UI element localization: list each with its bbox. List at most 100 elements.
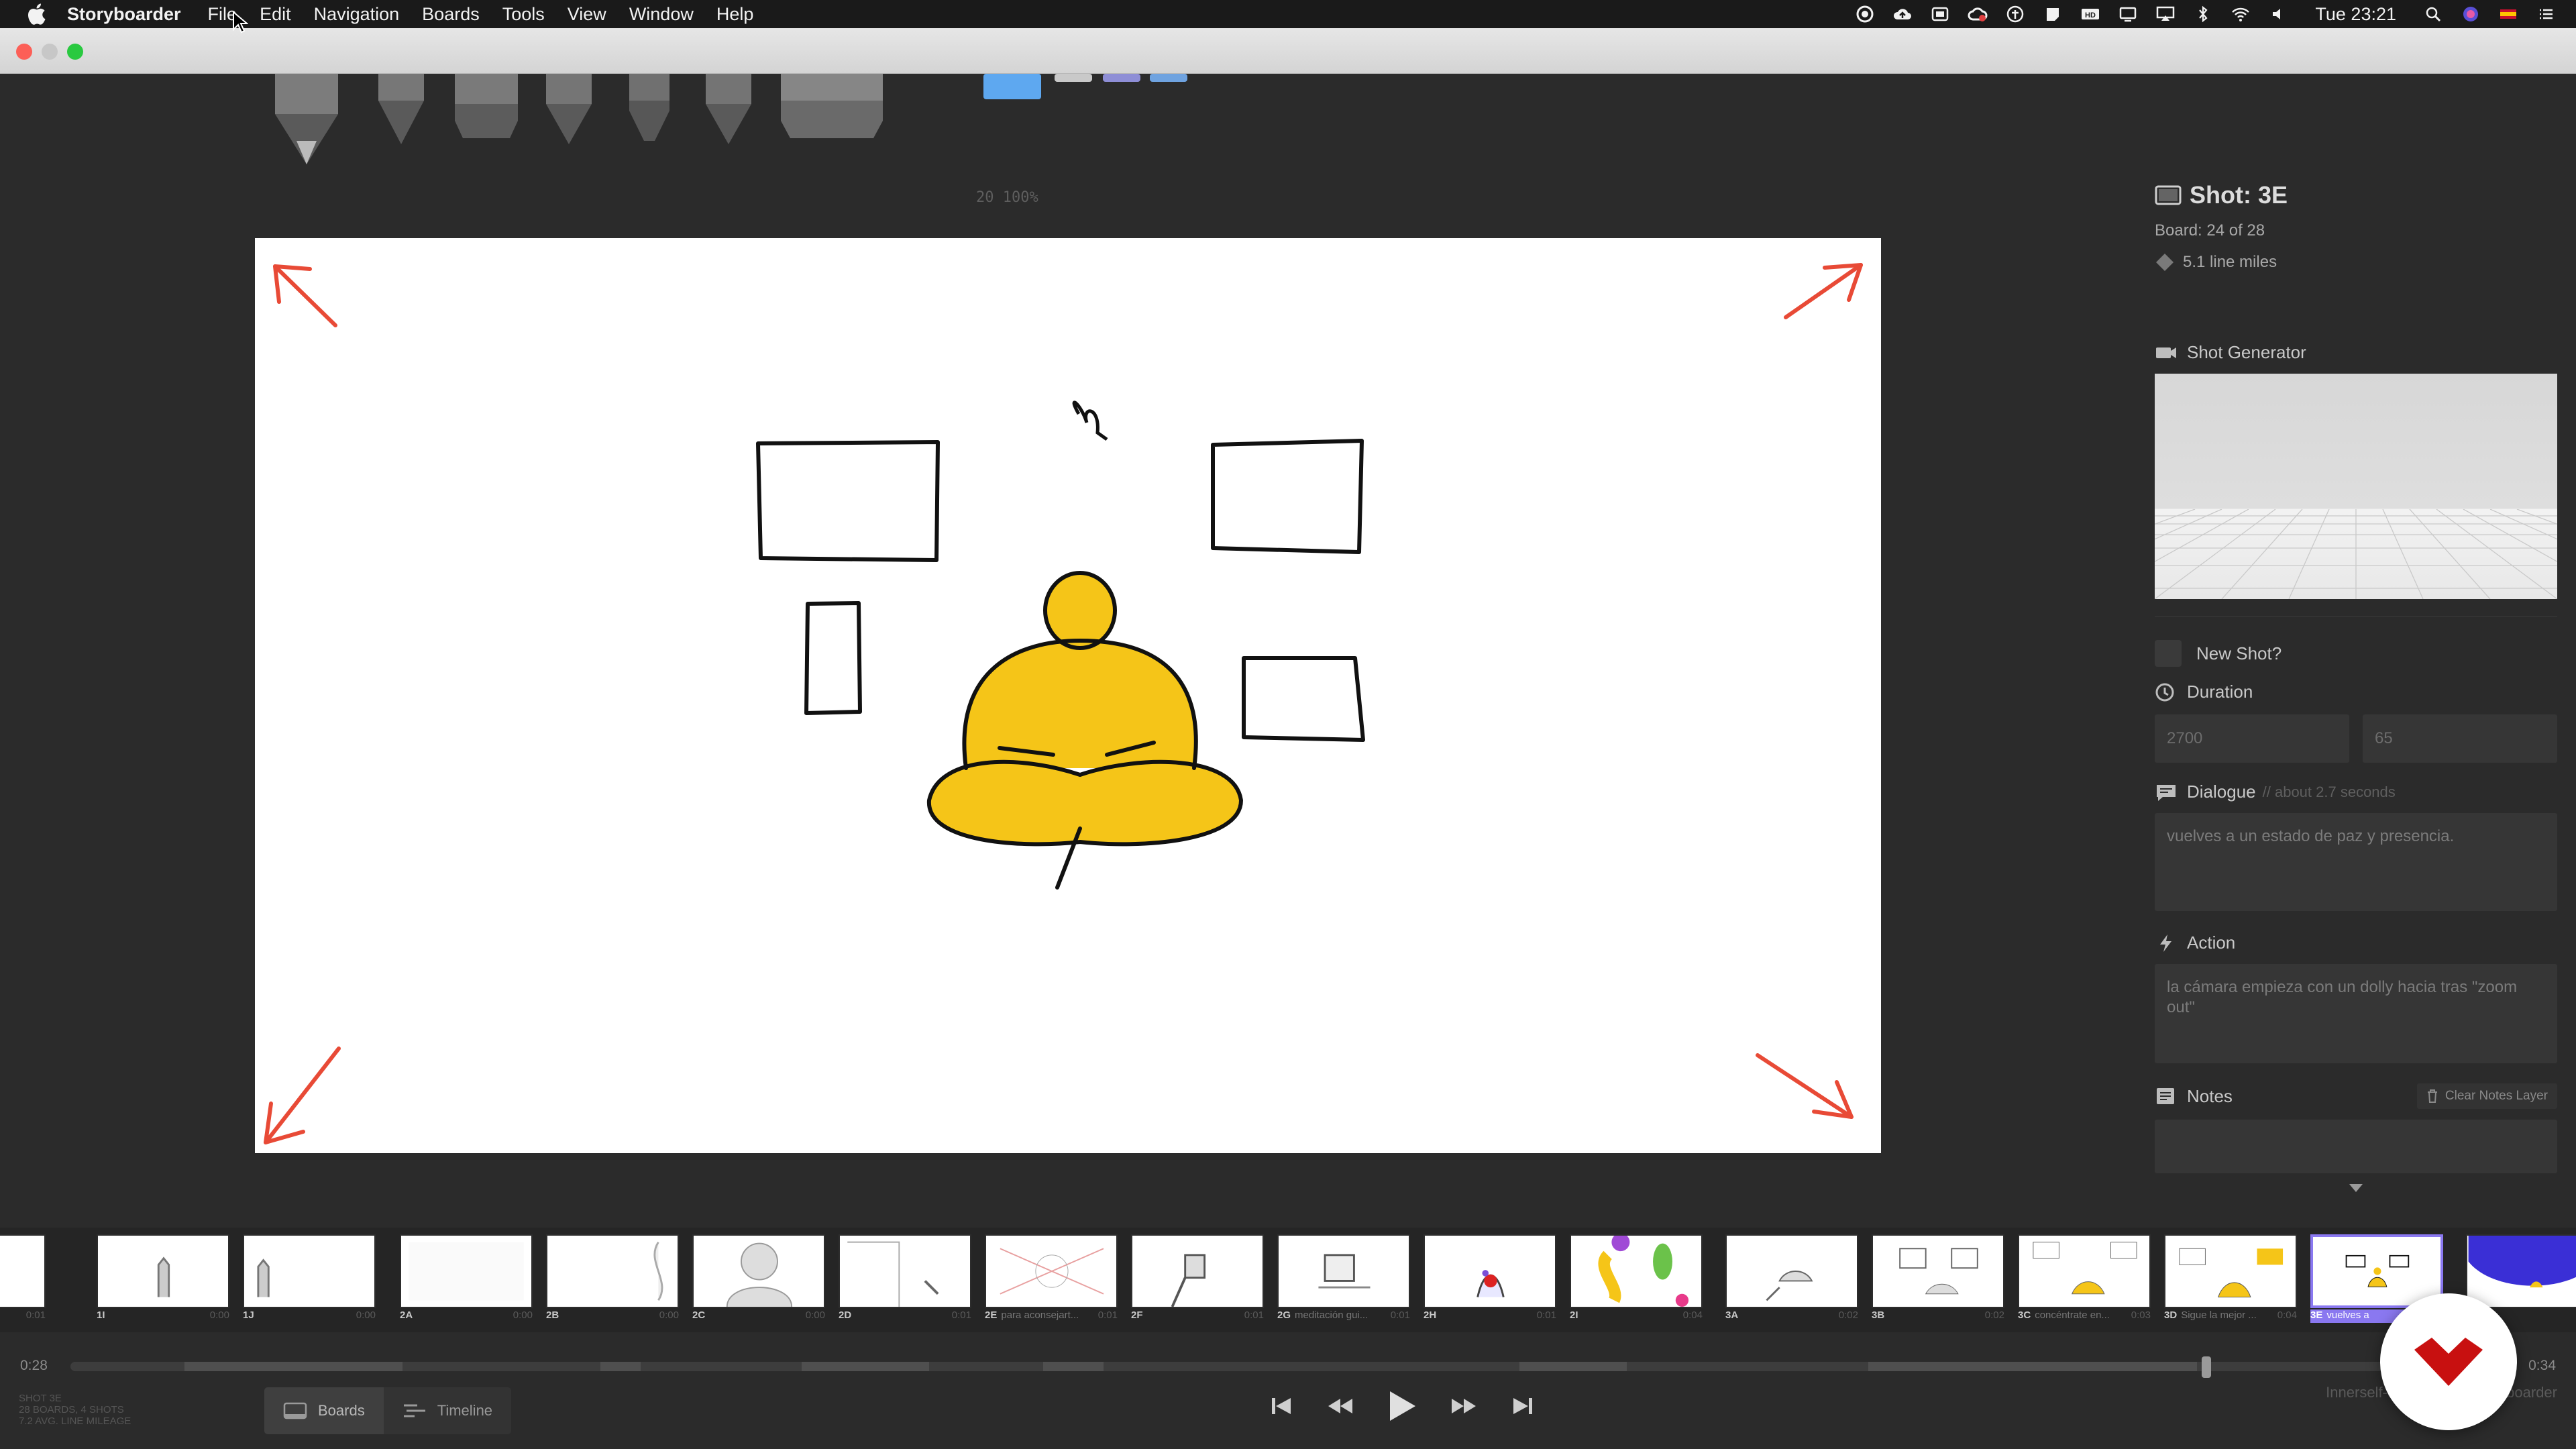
boards-view-label: Boards (318, 1402, 365, 1419)
board-thumbnail[interactable]: self verific...0:01 (0, 1234, 46, 1321)
creative-cloud-icon[interactable] (1968, 5, 1988, 23)
board-strip: self verific...0:01 1I 0:00 1J 0:00 2A 0:00 2B 0… (0, 1228, 2576, 1332)
color-swatch-4[interactable] (1150, 74, 1187, 82)
duration-ms-input[interactable]: 2700 (2155, 714, 2349, 763)
color-swatch-active[interactable] (983, 74, 1041, 99)
new-shot-checkbox[interactable] (2155, 640, 2182, 667)
shot-details-panel: Shot: 3E Board: 24 of 28 5.1 line miles … (2155, 181, 2557, 1193)
board-thumbnail[interactable]: 2H 0:01 (1424, 1234, 1556, 1321)
board-thumbnail-image (546, 1234, 679, 1308)
clear-notes-layer-button[interactable]: Clear Notes Layer (2416, 1083, 2557, 1109)
timeline-view-button[interactable]: Timeline (384, 1387, 511, 1434)
board-label: 2A 0:00 (400, 1309, 533, 1323)
board-thumbnail[interactable]: 3A 0:02 (1725, 1234, 1858, 1321)
eraser-tool[interactable] (778, 74, 885, 141)
board-caption: 3C concéntrate en... (2018, 1309, 2110, 1323)
menu-edit[interactable]: Edit (260, 4, 291, 25)
board-caption: 2F (1131, 1309, 1147, 1323)
clear-notes-label: Clear Notes Layer (2445, 1089, 2548, 1103)
color-swatch-2[interactable] (1055, 74, 1092, 82)
pencil-tool[interactable] (270, 74, 343, 168)
window-minimize-button[interactable] (42, 44, 58, 60)
board-thumbnail[interactable]: 2F 0:01 (1131, 1234, 1264, 1321)
chevron-down-icon[interactable] (2348, 1183, 2364, 1193)
menu-bar: Storyboarder File Edit Navigation Boards… (0, 0, 2576, 28)
board-thumbnail[interactable]: 1J 0:00 (243, 1234, 376, 1321)
board-thumbnail-image (1424, 1234, 1556, 1308)
dialogue-textarea[interactable]: vuelves a un estado de paz y presencia. (2155, 813, 2557, 911)
menu-window[interactable]: Window (629, 4, 694, 25)
boards-view-button[interactable]: Boards (264, 1387, 384, 1434)
pen-tool[interactable] (374, 74, 428, 148)
menu-view[interactable]: View (568, 4, 606, 25)
board-thumbnail[interactable]: 3B 0:02 (1872, 1234, 2004, 1321)
accessibility-icon[interactable] (2005, 5, 2025, 23)
record-icon[interactable] (1855, 5, 1875, 23)
timeline-playhead[interactable] (2202, 1356, 2211, 1378)
skip-to-start-icon[interactable] (1268, 1393, 1295, 1419)
shot-generator-preview[interactable] (2155, 374, 2557, 599)
notes-app-icon[interactable] (2043, 5, 2063, 23)
shading-tool[interactable] (449, 74, 523, 141)
board-label: 2D 0:01 (839, 1309, 971, 1323)
board-thumbnail[interactable]: 2G meditación gui... 0:01 (1277, 1234, 1410, 1321)
siri-icon[interactable] (2461, 5, 2481, 23)
timeline-segment (600, 1362, 641, 1371)
fine-pen-tool[interactable] (702, 74, 755, 148)
board-label: 2I 0:04 (1570, 1309, 1703, 1323)
drawing-canvas[interactable] (255, 238, 1881, 1153)
notes-textarea[interactable] (2155, 1120, 2557, 1173)
window-maximize-button[interactable] (67, 44, 83, 60)
board-thumbnail-image (1872, 1234, 2004, 1308)
menu-app-name[interactable]: Storyboarder (67, 4, 181, 25)
board-duration: 0:02 (1838, 1309, 1858, 1321)
board-thumbnail[interactable]: 2A 0:00 (400, 1234, 533, 1321)
board-duration: 0:00 (513, 1309, 533, 1321)
board-thumbnail-image (1277, 1234, 1410, 1308)
spotlight-search-icon[interactable] (2423, 5, 2443, 23)
notes-label: Notes Clear Notes Layer (2155, 1083, 2557, 1109)
timeline-track[interactable] (70, 1356, 2492, 1378)
board-caption: 2G meditación gui... (1277, 1309, 1368, 1323)
cloud-upload-icon[interactable] (1892, 5, 1913, 23)
board-thumbnail[interactable]: 2E para aconsejart... 0:01 (985, 1234, 1118, 1321)
action-textarea[interactable]: la cámara empieza con un dolly hacia tra… (2155, 964, 2557, 1063)
bluetooth-icon[interactable] (2193, 5, 2213, 23)
board-thumbnail[interactable]: 3C concéntrate en... 0:03 (2018, 1234, 2151, 1321)
airplay-icon[interactable] (2155, 5, 2176, 23)
shot-generator-label: Shot Generator (2155, 342, 2557, 363)
color-swatch-3[interactable] (1103, 74, 1140, 82)
hd-icon[interactable]: HD (2080, 5, 2100, 23)
boards-view-icon (283, 1402, 307, 1419)
marker-tool[interactable] (623, 74, 676, 144)
wifi-icon[interactable] (2231, 5, 2251, 23)
menu-boards[interactable]: Boards (422, 4, 480, 25)
board-label: 2B 0:00 (546, 1309, 679, 1323)
fast-forward-icon[interactable] (1450, 1393, 1477, 1419)
board-thumbnail[interactable]: 1I 0:00 (97, 1234, 229, 1321)
play-icon[interactable] (1386, 1389, 1418, 1424)
new-shot-row: New Shot? (2155, 640, 2557, 667)
menu-clock[interactable]: Tue 23:21 (2315, 4, 2396, 25)
keyboard-icon[interactable] (1930, 5, 1950, 23)
menu-tools[interactable]: Tools (502, 4, 545, 25)
volume-icon[interactable] (2268, 5, 2288, 23)
menu-help[interactable]: Help (716, 4, 754, 25)
display-icon[interactable] (2118, 5, 2138, 23)
floor-grid (2155, 509, 2557, 599)
window-close-button[interactable] (16, 44, 32, 60)
light-pencil-tool[interactable] (542, 74, 596, 148)
board-thumbnail[interactable]: 3D Sigue la mejor ... 0:04 (2164, 1234, 2297, 1321)
duration-frames-input[interactable]: 65 (2363, 714, 2557, 763)
board-id: 3B (1872, 1309, 1885, 1321)
menu-navigation[interactable]: Navigation (314, 4, 400, 25)
board-thumbnail[interactable]: 2D 0:01 (839, 1234, 971, 1321)
input-language-flag-icon[interactable] (2498, 5, 2518, 23)
apple-logo-icon[interactable] (25, 3, 47, 25)
board-thumbnail[interactable]: 2C 0:00 (692, 1234, 825, 1321)
board-thumbnail[interactable]: 2I 0:04 (1570, 1234, 1703, 1321)
skip-to-end-icon[interactable] (1509, 1393, 1536, 1419)
notification-center-icon[interactable] (2536, 5, 2556, 23)
rewind-icon[interactable] (1327, 1393, 1354, 1419)
board-thumbnail[interactable]: 2B 0:00 (546, 1234, 679, 1321)
